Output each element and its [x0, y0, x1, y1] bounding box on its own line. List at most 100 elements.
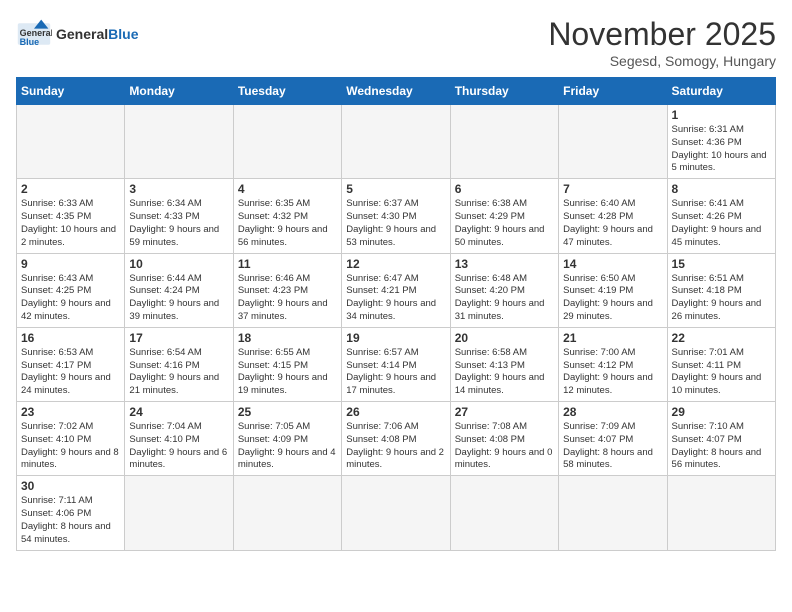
calendar-cell: 11Sunrise: 6:46 AM Sunset: 4:23 PM Dayli…: [233, 253, 341, 327]
day-info: Sunrise: 7:01 AM Sunset: 4:11 PM Dayligh…: [672, 347, 771, 398]
logo-icon: General Blue: [16, 16, 52, 52]
day-number: 25: [238, 405, 337, 419]
calendar-cell: 28Sunrise: 7:09 AM Sunset: 4:07 PM Dayli…: [559, 402, 667, 476]
day-info: Sunrise: 6:31 AM Sunset: 4:36 PM Dayligh…: [672, 124, 771, 175]
calendar-cell: 10 Sunrise: 6:44 AM Sunset: 4:24 PM Dayli…: [125, 253, 233, 327]
calendar-cell: [342, 105, 450, 179]
day-info: Sunrise: 6:35 AM Sunset: 4:32 PM Dayligh…: [238, 198, 337, 249]
day-number: 29: [672, 405, 771, 419]
calendar-cell: [559, 105, 667, 179]
month-title: November 2025: [548, 16, 776, 53]
day-number: 17: [129, 331, 228, 345]
day-number: 16: [21, 331, 120, 345]
day-number: 12: [346, 257, 445, 271]
calendar-week-row: 2 Sunrise: 6:33 AM Sunset: 4:35 PM Daylig…: [17, 179, 776, 253]
calendar-cell: [125, 105, 233, 179]
calendar-cell: [559, 476, 667, 550]
calendar-week-row: 30 Sunrise: 7:11 AM Sunset: 4:06 PM Dayli…: [17, 476, 776, 550]
calendar-cell: [450, 105, 558, 179]
calendar-cell: 29 Sunrise: 7:10 AM Sunset: 4:07 PM Dayli…: [667, 402, 775, 476]
calendar-cell: 19 Sunrise: 6:57 AM Sunset: 4:14 PM Dayli…: [342, 327, 450, 401]
calendar-cell: [667, 476, 775, 550]
day-number: 13: [455, 257, 554, 271]
day-info: Sunrise: 7:00 AM Sunset: 4:12 PM Dayligh…: [563, 347, 662, 398]
calendar-cell: [450, 476, 558, 550]
day-number: 23: [21, 405, 120, 419]
calendar-cell: 25Sunrise: 7:05 AM Sunset: 4:09 PM Dayli…: [233, 402, 341, 476]
calendar-cell: 1 Sunrise: 6:31 AM Sunset: 4:36 PM Daylig…: [667, 105, 775, 179]
calendar-cell: 15 Sunrise: 6:51 AM Sunset: 4:18 PM Dayli…: [667, 253, 775, 327]
day-info: Sunrise: 7:06 AM Sunset: 4:08 PM Dayligh…: [346, 421, 445, 472]
day-info: Sunrise: 6:48 AM Sunset: 4:20 PM Dayligh…: [455, 273, 554, 324]
day-number: 10: [129, 257, 228, 271]
day-number: 21: [563, 331, 662, 345]
weekday-header-wednesday: Wednesday: [342, 78, 450, 105]
day-number: 9: [21, 257, 120, 271]
calendar-cell: [17, 105, 125, 179]
day-info: Sunrise: 6:44 AM Sunset: 4:24 PM Dayligh…: [129, 273, 228, 324]
day-number: 18: [238, 331, 337, 345]
calendar-cell: [233, 105, 341, 179]
day-info: Sunrise: 7:10 AM Sunset: 4:07 PM Dayligh…: [672, 421, 771, 472]
day-number: 26: [346, 405, 445, 419]
day-info: Sunrise: 7:08 AM Sunset: 4:08 PM Dayligh…: [455, 421, 554, 472]
day-number: 15: [672, 257, 771, 271]
calendar-cell: 16Sunrise: 6:53 AM Sunset: 4:17 PM Dayli…: [17, 327, 125, 401]
day-info: Sunrise: 6:37 AM Sunset: 4:30 PM Dayligh…: [346, 198, 445, 249]
calendar-cell: 5 Sunrise: 6:37 AM Sunset: 4:30 PM Daylig…: [342, 179, 450, 253]
day-number: 11: [238, 257, 337, 271]
day-number: 27: [455, 405, 554, 419]
day-number: 19: [346, 331, 445, 345]
logo: General Blue GeneralBlue: [16, 16, 138, 52]
calendar-cell: 3Sunrise: 6:34 AM Sunset: 4:33 PM Daylig…: [125, 179, 233, 253]
calendar-cell: 30 Sunrise: 7:11 AM Sunset: 4:06 PM Dayli…: [17, 476, 125, 550]
day-number: 30: [21, 479, 120, 493]
calendar-cell: 6Sunrise: 6:38 AM Sunset: 4:29 PM Daylig…: [450, 179, 558, 253]
day-number: 1: [672, 108, 771, 122]
day-info: Sunrise: 6:33 AM Sunset: 4:35 PM Dayligh…: [21, 198, 120, 249]
calendar-cell: 7Sunrise: 6:40 AM Sunset: 4:28 PM Daylig…: [559, 179, 667, 253]
day-number: 8: [672, 182, 771, 196]
day-info: Sunrise: 6:57 AM Sunset: 4:14 PM Dayligh…: [346, 347, 445, 398]
day-info: Sunrise: 7:11 AM Sunset: 4:06 PM Dayligh…: [21, 495, 120, 546]
day-info: Sunrise: 7:02 AM Sunset: 4:10 PM Dayligh…: [21, 421, 120, 472]
day-info: Sunrise: 6:41 AM Sunset: 4:26 PM Dayligh…: [672, 198, 771, 249]
day-info: Sunrise: 7:09 AM Sunset: 4:07 PM Dayligh…: [563, 421, 662, 472]
day-info: Sunrise: 6:38 AM Sunset: 4:29 PM Dayligh…: [455, 198, 554, 249]
weekday-header-sunday: Sunday: [17, 78, 125, 105]
calendar-week-row: 16Sunrise: 6:53 AM Sunset: 4:17 PM Dayli…: [17, 327, 776, 401]
calendar-body: 1 Sunrise: 6:31 AM Sunset: 4:36 PM Daylig…: [17, 105, 776, 551]
calendar-cell: 24 Sunrise: 7:04 AM Sunset: 4:10 PM Dayli…: [125, 402, 233, 476]
calendar-cell: 14Sunrise: 6:50 AM Sunset: 4:19 PM Dayli…: [559, 253, 667, 327]
calendar-cell: 21 Sunrise: 7:00 AM Sunset: 4:12 PM Dayli…: [559, 327, 667, 401]
day-number: 2: [21, 182, 120, 196]
day-number: 24: [129, 405, 228, 419]
day-info: Sunrise: 6:51 AM Sunset: 4:18 PM Dayligh…: [672, 273, 771, 324]
calendar-cell: 23 Sunrise: 7:02 AM Sunset: 4:10 PM Dayli…: [17, 402, 125, 476]
day-number: 22: [672, 331, 771, 345]
calendar-cell: 13 Sunrise: 6:48 AM Sunset: 4:20 PM Dayli…: [450, 253, 558, 327]
day-info: Sunrise: 6:40 AM Sunset: 4:28 PM Dayligh…: [563, 198, 662, 249]
day-info: Sunrise: 6:47 AM Sunset: 4:21 PM Dayligh…: [346, 273, 445, 324]
day-number: 4: [238, 182, 337, 196]
calendar-cell: 18 Sunrise: 6:55 AM Sunset: 4:15 PM Dayli…: [233, 327, 341, 401]
day-info: Sunrise: 6:55 AM Sunset: 4:15 PM Dayligh…: [238, 347, 337, 398]
calendar-cell: [233, 476, 341, 550]
calendar-cell: 27 Sunrise: 7:08 AM Sunset: 4:08 PM Dayli…: [450, 402, 558, 476]
calendar-cell: 22 Sunrise: 7:01 AM Sunset: 4:11 PM Dayli…: [667, 327, 775, 401]
day-info: Sunrise: 7:04 AM Sunset: 4:10 PM Dayligh…: [129, 421, 228, 472]
calendar-week-row: 1 Sunrise: 6:31 AM Sunset: 4:36 PM Daylig…: [17, 105, 776, 179]
calendar-cell: 12 Sunrise: 6:47 AM Sunset: 4:21 PM Dayli…: [342, 253, 450, 327]
day-info: Sunrise: 6:58 AM Sunset: 4:13 PM Dayligh…: [455, 347, 554, 398]
calendar-week-row: 23 Sunrise: 7:02 AM Sunset: 4:10 PM Dayli…: [17, 402, 776, 476]
logo-text: GeneralBlue: [56, 26, 138, 42]
day-number: 5: [346, 182, 445, 196]
day-number: 14: [563, 257, 662, 271]
calendar-cell: [342, 476, 450, 550]
day-info: Sunrise: 6:34 AM Sunset: 4:33 PM Dayligh…: [129, 198, 228, 249]
page-header: General Blue GeneralBlue November 2025 S…: [16, 16, 776, 69]
calendar-header: SundayMondayTuesdayWednesdayThursdayFrid…: [17, 78, 776, 105]
calendar-cell: 8 Sunrise: 6:41 AM Sunset: 4:26 PM Daylig…: [667, 179, 775, 253]
svg-text:Blue: Blue: [20, 37, 40, 47]
day-info: Sunrise: 6:43 AM Sunset: 4:25 PM Dayligh…: [21, 273, 120, 324]
